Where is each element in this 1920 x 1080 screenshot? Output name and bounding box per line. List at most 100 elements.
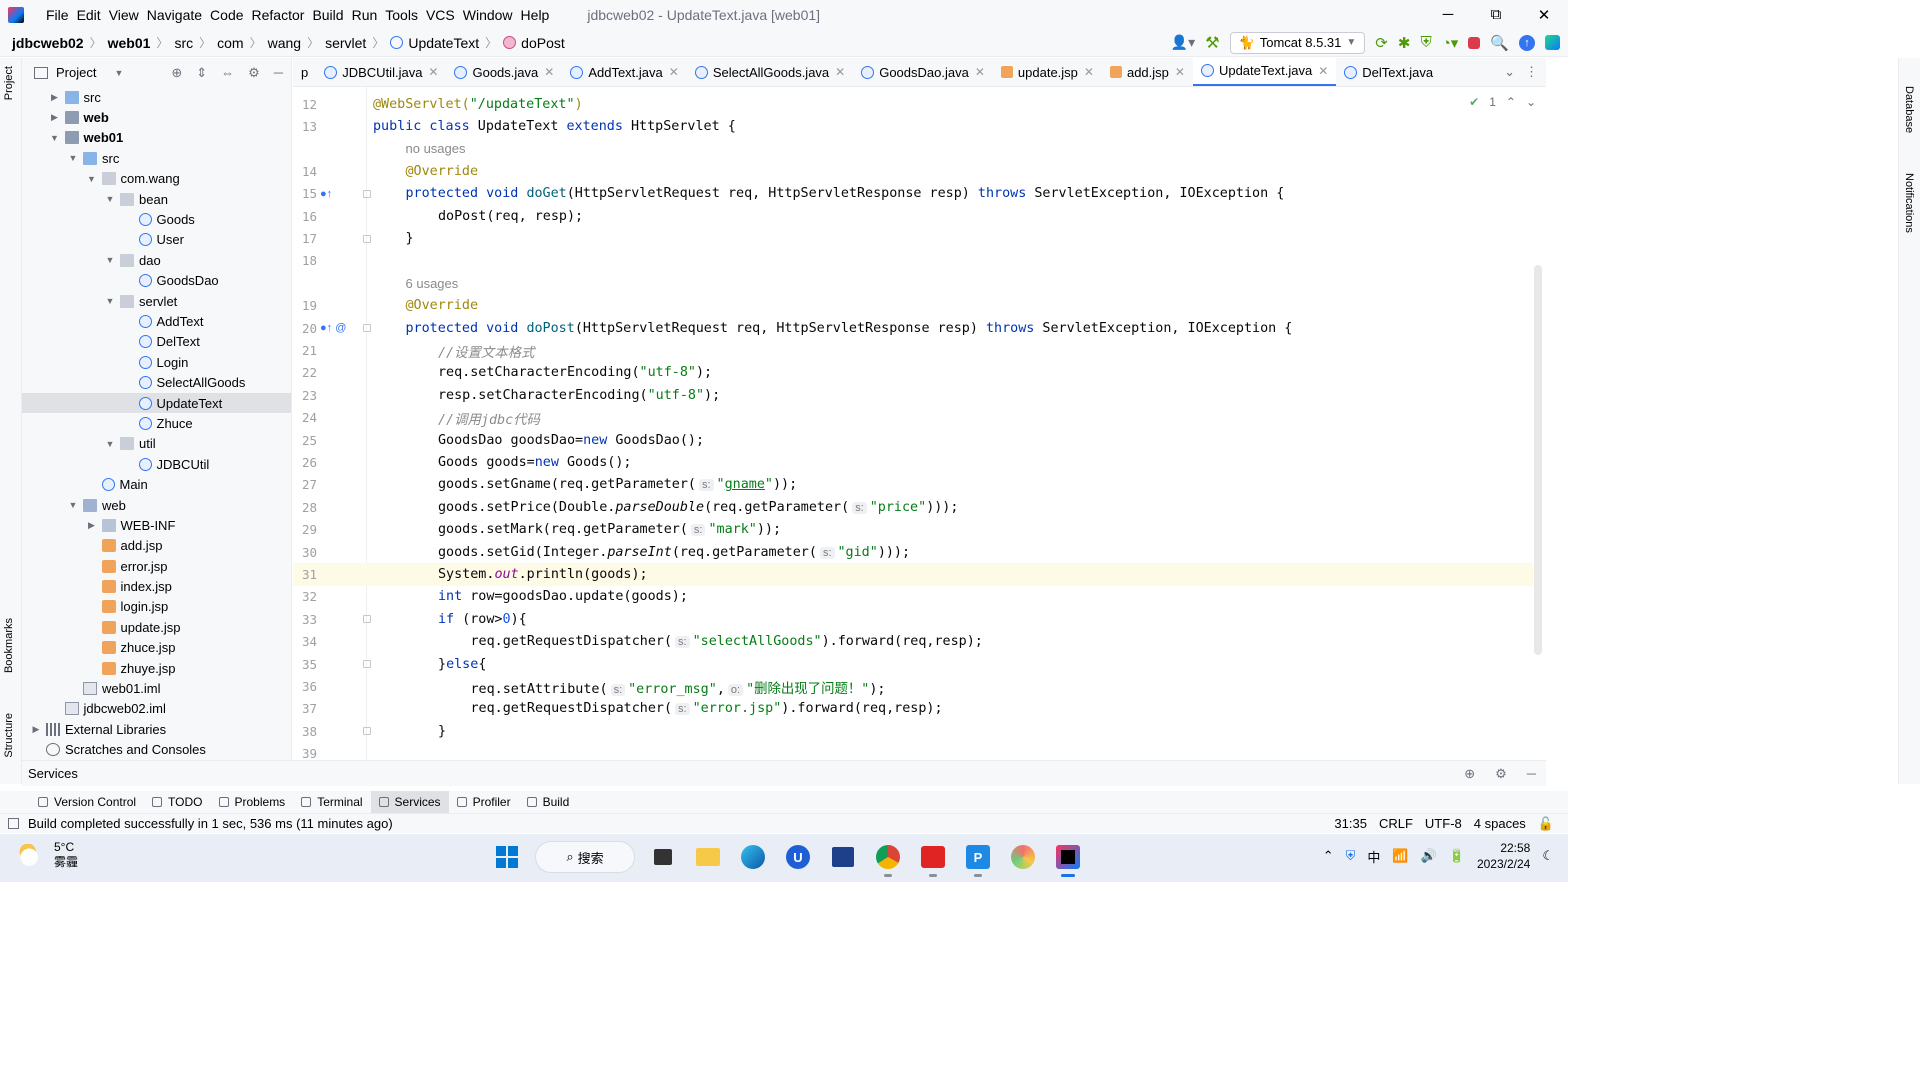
line-number[interactable]: 26 [293,455,317,470]
indent-setting[interactable]: 4 spaces [1474,816,1526,832]
breadcrumb-class[interactable]: UpdateText [408,35,479,51]
chevron-right-icon[interactable]: ▶ [86,520,98,531]
tree-node[interactable]: UpdateText [22,392,291,414]
code-line[interactable]: 32 int row=goodsDao.update(goods); [293,586,1533,608]
code-line[interactable]: 26 Goods goods=new Goods(); [293,451,1533,473]
file-explorer-icon[interactable] [691,840,725,874]
tree-node[interactable]: Scratches and Consoles [22,740,291,760]
line-number[interactable]: 37 [293,701,317,716]
chevron-down-icon[interactable]: ▼ [114,68,123,78]
code-line[interactable]: 17} [293,227,1533,249]
menu-help[interactable]: Help [521,7,550,23]
code-line[interactable]: 37 req.getRequestDispatcher(s: "error.jsp"… [293,698,1533,720]
app-red-icon[interactable] [916,840,950,877]
fold-icon[interactable] [363,615,371,624]
add-service-icon[interactable]: ⊕ [1464,766,1475,782]
code-line[interactable]: 20 ●↑ @ protected void doPost(HttpServletR… [293,317,1533,339]
tree-node[interactable]: login.jsp [22,597,291,617]
code-editor[interactable]: 12 @WebServlet("/updateText") 13 public cla… [293,87,1546,761]
intellij-logo-icon[interactable] [8,6,24,23]
tree-node[interactable]: GoodsDao [22,271,291,291]
line-number[interactable]: 23 [293,388,317,403]
chevron-down-icon[interactable]: ▼ [104,255,116,265]
line-number[interactable]: 20 [293,321,317,336]
database-tool-button[interactable]: Database [1903,86,1915,133]
menu-build[interactable]: Build [312,7,343,23]
code-line[interactable]: 33 if (row>0){ [293,608,1533,630]
store-icon[interactable] [826,840,860,874]
fold-icon[interactable] [363,727,371,736]
close-window-button[interactable]: ✕ [1520,6,1568,24]
tree-node[interactable]: AddText [22,311,291,331]
app-flower-icon[interactable] [1006,840,1040,874]
menu-code[interactable]: Code [210,7,243,23]
menu-view[interactable]: View [109,7,139,23]
gear-icon[interactable]: ⚙ [248,65,260,81]
chevron-down-icon[interactable]: ▼ [104,439,116,449]
tool-tab-services[interactable]: Services [370,791,449,813]
clock[interactable]: 22:58 2023/2/24 [1477,840,1530,872]
security-icon[interactable]: ⛨ [1346,848,1356,864]
chevron-down-icon[interactable]: ▼ [49,133,61,143]
editor-tab[interactable]: SelectAllGoods.java ✕ [687,58,853,86]
line-number[interactable]: 15 [293,186,317,201]
notifications-tool-button[interactable]: Notifications [1903,173,1915,233]
code-line[interactable]: 6 usages [293,272,1533,294]
close-tab-icon[interactable]: ✕ [975,65,985,79]
code-line[interactable]: 12 @WebServlet("/updateText") [293,93,1533,115]
more-icon[interactable]: ⋮ [1525,64,1546,80]
code-line[interactable]: 34 req.getRequestDispatcher(s: "selectAllG… [293,631,1533,653]
override-gutter-icon[interactable]: ●↑ [320,188,332,200]
chevron-up-icon[interactable]: ⌃ [1506,95,1516,109]
jetbrains-logo-icon[interactable] [1545,35,1560,50]
code-line[interactable]: 36 req.setAttribute(s: "error_msg", o: "删除出现… [293,675,1533,697]
structure-tool-button[interactable]: Structure [3,713,15,758]
chevron-down-icon[interactable]: ⌄ [1526,95,1536,109]
fold-icon[interactable] [363,189,371,198]
editor-tab[interactable]: GoodsDao.java ✕ [853,58,993,86]
status-message[interactable]: Build completed successfully in 1 sec, 5… [28,816,393,831]
tree-node[interactable]: ▶ src [22,87,291,107]
tree-node[interactable]: zhuye.jsp [22,658,291,678]
tree-node[interactable]: DelText [22,332,291,352]
chrome-icon[interactable] [871,840,905,877]
line-separator[interactable]: CRLF [1379,816,1413,832]
editor-tab[interactable]: Goods.java ✕ [446,58,562,86]
line-number[interactable]: 31 [293,567,317,582]
line-number[interactable]: 22 [293,365,317,380]
taskbar-search[interactable]: ⌕ 搜索 [535,841,635,873]
tab-list-chevron-icon[interactable]: ⌄ [1494,64,1525,80]
code-line[interactable]: no usages [293,138,1533,160]
line-number[interactable]: 12 [293,97,317,112]
bookmarks-tool-button[interactable]: Bookmarks [3,618,15,673]
tool-tab-build[interactable]: Build [519,791,578,813]
gear-icon[interactable]: ⚙ [1495,766,1507,782]
run-configuration-select[interactable]: 🐈 Tomcat 8.5.31 ▼ [1229,31,1366,54]
caret-position[interactable]: 31:35 [1334,816,1367,832]
code-line[interactable]: 35}else{ [293,653,1533,675]
chevron-up-icon[interactable]: ⌃ [1323,848,1334,864]
override-gutter-icon[interactable]: ●↑ @ [320,322,346,334]
tool-tab-problems[interactable]: Problems [211,791,294,813]
breadcrumb-module[interactable]: web01 [108,35,151,51]
tree-node[interactable]: Login [22,352,291,372]
chevron-down-icon[interactable]: ▼ [67,153,79,163]
line-number[interactable]: 19 [293,298,317,313]
inspection-widget[interactable]: ✔ 1 ⌃ ⌄ [1469,95,1536,109]
line-number[interactable]: 18 [293,253,317,268]
tree-node[interactable]: ▼ web01 [22,128,291,148]
code-line[interactable]: 21 //设置文本格式 [293,339,1533,361]
tree-node[interactable]: Main [22,474,291,494]
menu-file[interactable]: File [46,7,69,23]
menu-edit[interactable]: Edit [77,7,101,23]
code-line[interactable]: 25 GoodsDao goodsDao=new GoodsDao(); [293,429,1533,451]
tree-node[interactable]: ▼ web [22,495,291,515]
fold-icon[interactable] [363,234,371,243]
breadcrumb-servlet[interactable]: servlet [325,35,366,51]
close-tab-icon[interactable]: ✕ [1318,64,1328,78]
chevron-down-icon[interactable]: ▼ [67,500,79,510]
code-line[interactable]: 30 goods.setGid(Integer.parseInt(req.getP… [293,541,1533,563]
tree-node[interactable]: ▼ util [22,434,291,454]
coverage-icon[interactable]: ⛨ [1420,34,1431,51]
hide-icon[interactable]: ─ [274,65,283,81]
